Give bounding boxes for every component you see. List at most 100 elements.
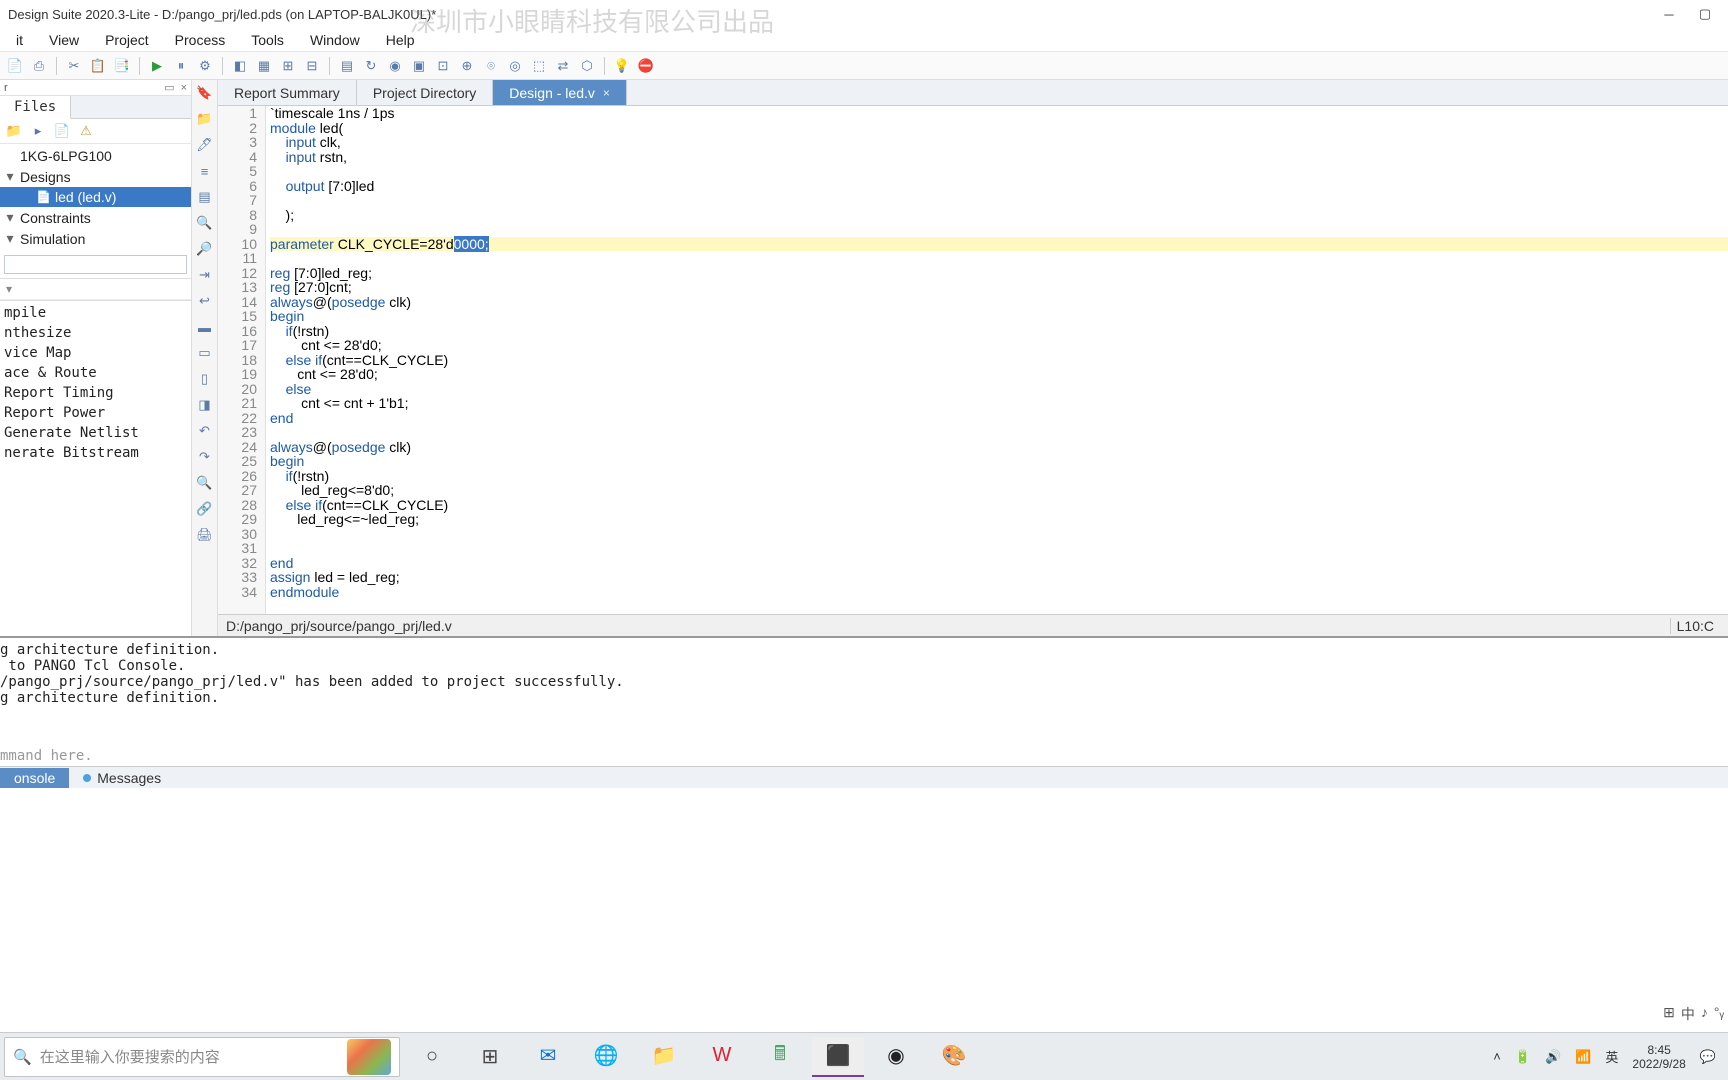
settings-icon[interactable]: ⚙ — [196, 57, 214, 75]
toolbar-icon[interactable]: ✂ — [65, 57, 83, 75]
tray-volume-icon[interactable]: 🔊 — [1545, 1049, 1561, 1065]
tray-notifications-icon[interactable]: 💬 — [1700, 1049, 1716, 1065]
pango-app-icon[interactable]: ⬛ — [812, 1037, 864, 1077]
ruler-icon[interactable]: ⇥ — [196, 266, 214, 284]
task-item[interactable]: mpile — [0, 303, 191, 323]
task-item[interactable]: Report Timing — [0, 383, 191, 403]
tree-search-input[interactable] — [4, 255, 187, 274]
mail-app-icon[interactable]: ✉ — [522, 1037, 574, 1077]
tray-wifi-icon[interactable]: 📶 — [1575, 1049, 1591, 1065]
taskbar-search[interactable]: 🔍 在这里输入你要搜索的内容 — [4, 1037, 400, 1077]
toolbar-icon[interactable]: 📋 — [89, 57, 107, 75]
menu-process[interactable]: Process — [163, 30, 238, 50]
toolbar-icon[interactable]: ◧ — [231, 57, 249, 75]
menu-view[interactable]: View — [37, 30, 91, 50]
folder-icon[interactable]: 📁 — [6, 123, 22, 139]
ime-lang-icon[interactable]: 中 — [1681, 1004, 1695, 1024]
toolbar-icon[interactable]: ▤ — [338, 57, 356, 75]
folder-icon[interactable]: 📁 — [196, 110, 214, 128]
redo-icon[interactable]: ↷ — [196, 448, 214, 466]
close-icon[interactable]: × — [181, 82, 187, 94]
ime-note-icon[interactable]: ♪ — [1701, 1004, 1708, 1024]
toolbar-icon[interactable]: ⇄ — [554, 57, 572, 75]
ime-symbol-icon[interactable]: °ᵧ — [1714, 1004, 1724, 1024]
expand-icon[interactable]: ▸ — [30, 123, 46, 139]
toolbar-icon[interactable]: ⌾ — [482, 57, 500, 75]
pause-icon[interactable]: ⏸ — [172, 57, 190, 75]
toolbar-icon[interactable]: ◎ — [506, 57, 524, 75]
console-tab[interactable]: Messages — [69, 768, 175, 788]
window-icon[interactable]: ▭ — [196, 344, 214, 362]
print-icon[interactable]: 🖨 — [196, 526, 214, 544]
indent-icon[interactable]: ≡ — [196, 162, 214, 180]
toolbar-icon[interactable]: ⬡ — [578, 57, 596, 75]
run-icon[interactable]: ▶ — [148, 57, 166, 75]
cortana-icon[interactable]: ○ — [406, 1037, 458, 1077]
search-icon[interactable]: 🔍 — [196, 474, 214, 492]
zoom-out-icon[interactable]: 🔎 — [196, 240, 214, 258]
dock-icon[interactable]: ▭ — [164, 81, 174, 94]
toolbar-icon[interactable]: 📄 — [6, 57, 24, 75]
editor-tab[interactable]: Project Directory — [357, 80, 493, 105]
tray-clock[interactable]: 8:45 2022/9/28 — [1632, 1043, 1685, 1071]
toolbar-icon[interactable]: 📑 — [113, 57, 131, 75]
tree-item[interactable]: 📄led (led.v) — [0, 187, 191, 207]
menu-it[interactable]: it — [4, 30, 35, 50]
toolbar-icon[interactable]: ▣ — [410, 57, 428, 75]
tray-chevron-icon[interactable]: ˄ — [1493, 1049, 1501, 1064]
menu-tools[interactable]: Tools — [239, 30, 296, 50]
toolbar-icon[interactable]: ▦ — [255, 57, 273, 75]
toolbar-icon[interactable]: ⊟ — [303, 57, 321, 75]
minimize-button[interactable]: ─ — [1662, 7, 1676, 21]
paint-app-icon[interactable]: 🎨 — [928, 1037, 980, 1077]
card-icon[interactable]: ▯ — [196, 370, 214, 388]
obs-app-icon[interactable]: ◉ — [870, 1037, 922, 1077]
editor-tab[interactable]: Report Summary — [218, 80, 357, 105]
code-body[interactable]: `timescale 1ns / 1psmodule led( input cl… — [266, 106, 1728, 614]
task-item[interactable]: nerate Bitstream — [0, 443, 191, 463]
toolbar-icon[interactable]: ◉ — [386, 57, 404, 75]
marker-icon[interactable]: 🖊 — [196, 136, 214, 154]
ime-icon[interactable]: ⊞ — [1663, 1004, 1675, 1024]
menu-project[interactable]: Project — [93, 30, 161, 50]
calc-app-icon[interactable]: 🖩 — [754, 1037, 806, 1077]
toolbar-icon[interactable]: ⬚ — [530, 57, 548, 75]
toolbar-icon[interactable]: ⊡ — [434, 57, 452, 75]
maximize-button[interactable]: ▢ — [1698, 7, 1712, 21]
toolbar-icon[interactable]: ⛔ — [637, 57, 655, 75]
console-prompt[interactable]: mmand here. — [0, 746, 1728, 766]
console-tab[interactable]: onsole — [0, 768, 69, 788]
wps-app-icon[interactable]: W — [696, 1037, 748, 1077]
tray-battery-icon[interactable]: 🔋 — [1515, 1049, 1531, 1065]
warn-icon[interactable]: ⚠ — [78, 123, 94, 139]
toolbar-icon[interactable]: ⊞ — [279, 57, 297, 75]
tree-device[interactable]: 1KG-6LPG100 — [0, 146, 191, 166]
tray-ime-icon[interactable]: 英 — [1605, 1047, 1618, 1066]
highlight-icon[interactable]: ▬ — [196, 318, 214, 336]
editor-tab[interactable]: Design - led.v× — [493, 80, 627, 105]
code-editor[interactable]: 1234567891011121314151617181920212223242… — [218, 106, 1728, 614]
tab-files[interactable]: Files — [0, 96, 71, 119]
task-item[interactable]: nthesize — [0, 323, 191, 343]
console-output[interactable]: g architecture definition. to PANGO Tcl … — [0, 638, 1728, 746]
dock-icon[interactable]: ◨ — [196, 396, 214, 414]
page-icon[interactable]: ▤ — [196, 188, 214, 206]
menu-window[interactable]: Window — [298, 30, 372, 50]
menu-help[interactable]: Help — [374, 30, 427, 50]
task-view-icon[interactable]: ⊞ — [464, 1037, 516, 1077]
task-item[interactable]: Report Power — [0, 403, 191, 423]
toolbar-icon[interactable]: ↻ — [362, 57, 380, 75]
toolbar-icon[interactable]: ⊕ — [458, 57, 476, 75]
bookmark-icon[interactable]: 🔖 — [196, 84, 214, 102]
edge-app-icon[interactable]: 🌐 — [580, 1037, 632, 1077]
task-item[interactable]: ace & Route — [0, 363, 191, 383]
undo-icon[interactable]: ↶ — [196, 422, 214, 440]
task-item[interactable]: Generate Netlist — [0, 423, 191, 443]
file-icon[interactable]: 📄 — [54, 123, 70, 139]
wrap-icon[interactable]: ↩ — [196, 292, 214, 310]
tree-item[interactable]: ▾Constraints — [0, 207, 191, 228]
bulb-icon[interactable]: 💡 — [613, 57, 631, 75]
toolbar-icon[interactable]: ⎙ — [30, 57, 48, 75]
zoom-in-icon[interactable]: 🔍 — [196, 214, 214, 232]
task-item[interactable]: vice Map — [0, 343, 191, 363]
